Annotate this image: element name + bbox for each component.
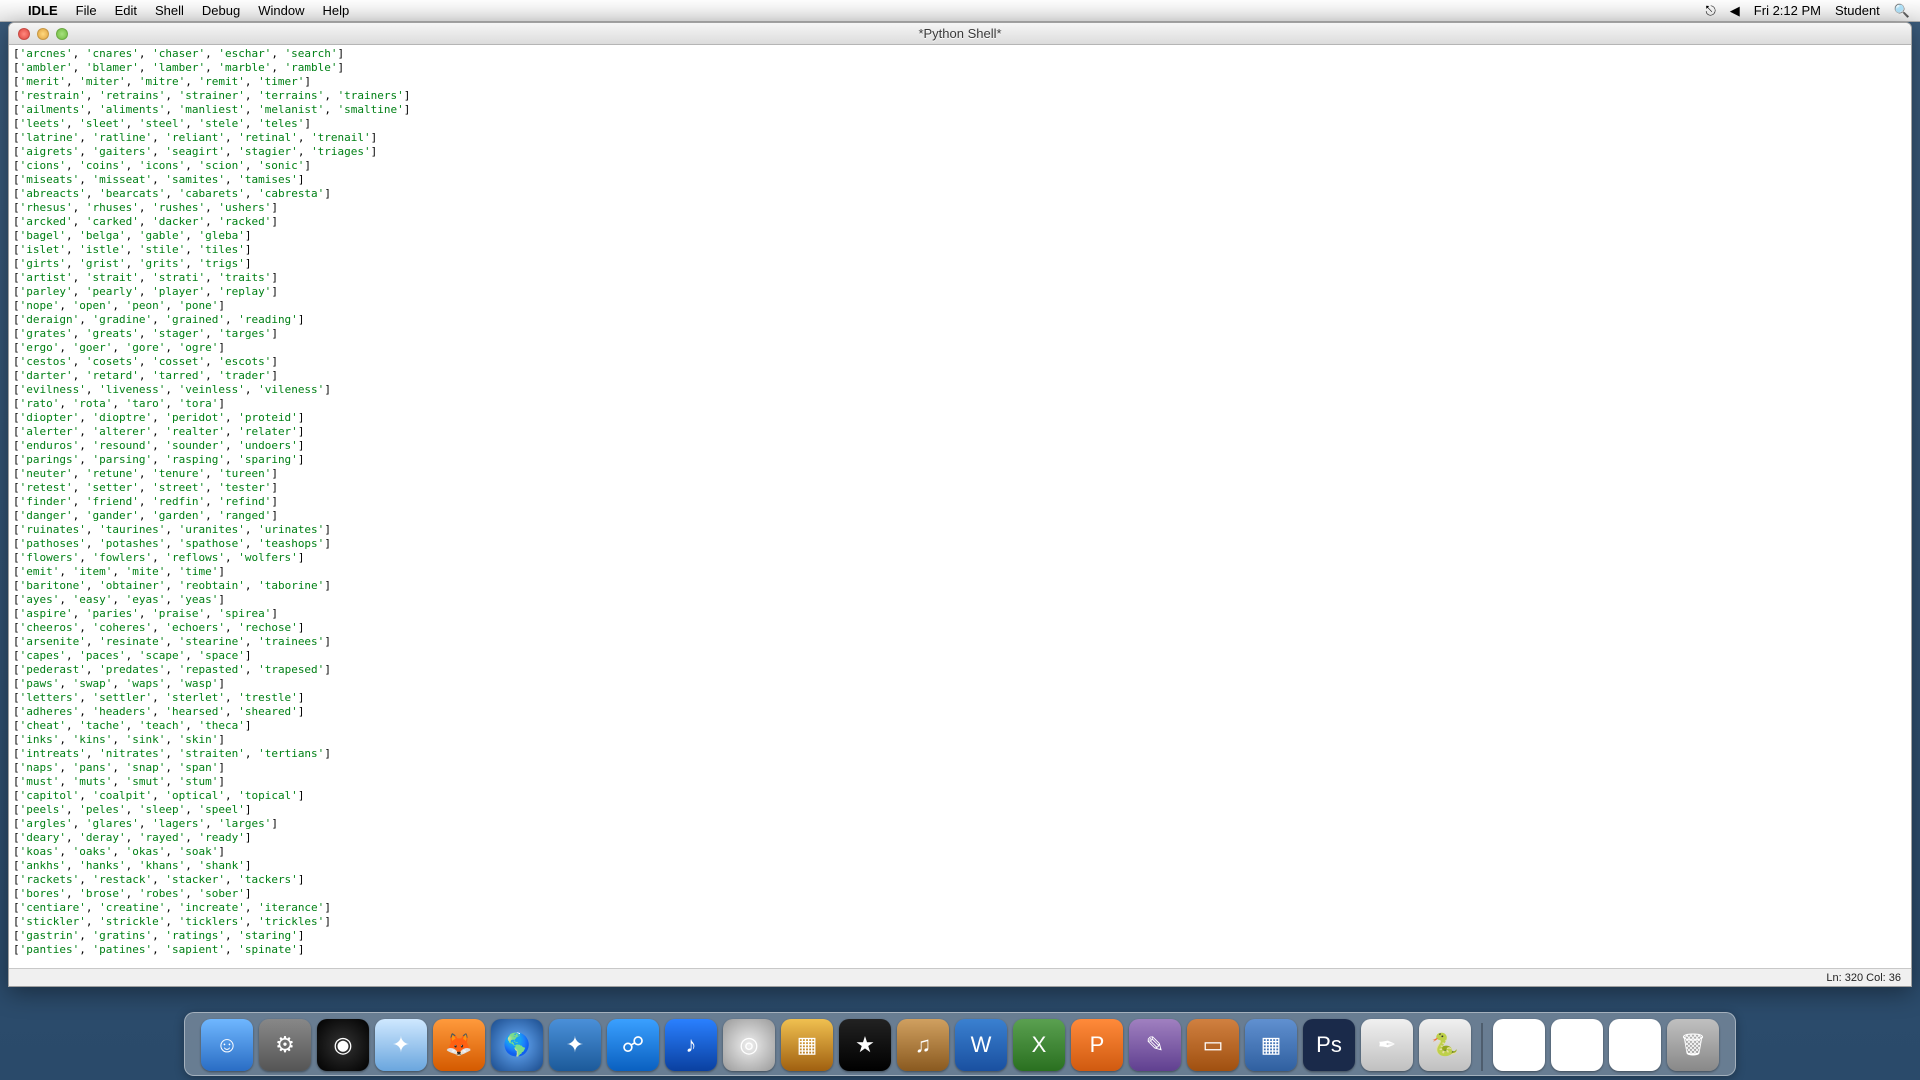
dock-separator — [1481, 1023, 1483, 1071]
status-line: Ln: 320 — [1826, 972, 1863, 984]
dock-garageband-icon[interactable]: ♫ — [897, 1019, 949, 1071]
dock-dashboard-icon[interactable]: ◉ — [317, 1019, 369, 1071]
dock-firefox-icon[interactable]: 🦊 — [433, 1019, 485, 1071]
dock-trash-icon[interactable]: 🗑 — [1667, 1019, 1719, 1071]
dock-imovie-icon[interactable]: ★ — [839, 1019, 891, 1071]
clock[interactable]: Fri 2:12 PM — [1754, 3, 1821, 18]
dock-finder-icon[interactable]: ☺ — [201, 1019, 253, 1071]
menu-file[interactable]: File — [76, 3, 97, 18]
dock-google-maps-icon[interactable]: ✦ — [549, 1019, 601, 1071]
dock-keynote-icon[interactable]: ▦ — [1245, 1019, 1297, 1071]
menubar: IDLE File Edit Shell Debug Window Help ⎋… — [0, 0, 1920, 22]
dock-inkscape-icon[interactable]: ✒ — [1361, 1019, 1413, 1071]
status-col: Col: 36 — [1866, 972, 1901, 984]
shell-output[interactable]: ['arcnes', 'cnares', 'chaser', 'eschar',… — [13, 47, 1907, 957]
user-menu[interactable]: Student — [1835, 3, 1880, 18]
dock[interactable]: ☺⚙◉✦🦊🌎✦☍♪◎▦★♫WXP✎▭▦Ps✒🐍PYPY✉🗑 — [184, 1012, 1736, 1076]
dock-ichat-icon[interactable]: ☍ — [607, 1019, 659, 1071]
menu-shell[interactable]: Shell — [155, 3, 184, 18]
menu-window[interactable]: Window — [258, 3, 304, 18]
menubar-extra-icon[interactable]: ⎋ — [1706, 3, 1716, 19]
dock-ms-powerpoint-icon[interactable]: P — [1071, 1019, 1123, 1071]
dock-python-file-1-icon[interactable]: PY — [1493, 1019, 1545, 1071]
dock-ms-word-icon[interactable]: W — [955, 1019, 1007, 1071]
dock-system-preferences-icon[interactable]: ⚙ — [259, 1019, 311, 1071]
dock-photoshop-icon[interactable]: Ps — [1303, 1019, 1355, 1071]
dock-python-file-2-icon[interactable]: PY — [1551, 1019, 1603, 1071]
app-menu[interactable]: IDLE — [28, 3, 58, 18]
status-bar: Ln: 320 Col: 36 — [9, 968, 1911, 986]
dock-safari-icon[interactable]: ✦ — [375, 1019, 427, 1071]
idle-shell-window: *Python Shell* ['arcnes', 'cnares', 'cha… — [8, 22, 1912, 987]
dock-mail-icon[interactable]: ✉ — [1609, 1019, 1661, 1071]
dock-itunes-icon[interactable]: ♪ — [665, 1019, 717, 1071]
menu-debug[interactable]: Debug — [202, 3, 240, 18]
window-title: *Python Shell* — [9, 26, 1911, 41]
menu-help[interactable]: Help — [322, 3, 349, 18]
dock-ms-excel-icon[interactable]: X — [1013, 1019, 1065, 1071]
dock-iphoto-icon[interactable]: ▦ — [781, 1019, 833, 1071]
shell-content[interactable]: ['arcnes', 'cnares', 'chaser', 'eschar',… — [9, 45, 1911, 968]
titlebar[interactable]: *Python Shell* — [9, 23, 1911, 45]
volume-icon[interactable]: ◀ — [1730, 3, 1740, 19]
dock-ibooks-icon[interactable]: ▭ — [1187, 1019, 1239, 1071]
dock-python-idle-icon[interactable]: 🐍 — [1419, 1019, 1471, 1071]
menu-edit[interactable]: Edit — [115, 3, 137, 18]
dock-dvd-player-icon[interactable]: ◎ — [723, 1019, 775, 1071]
dock-paint-icon[interactable]: ✎ — [1129, 1019, 1181, 1071]
dock-google-earth-icon[interactable]: 🌎 — [491, 1019, 543, 1071]
spotlight-icon[interactable]: 🔍 — [1894, 3, 1910, 19]
